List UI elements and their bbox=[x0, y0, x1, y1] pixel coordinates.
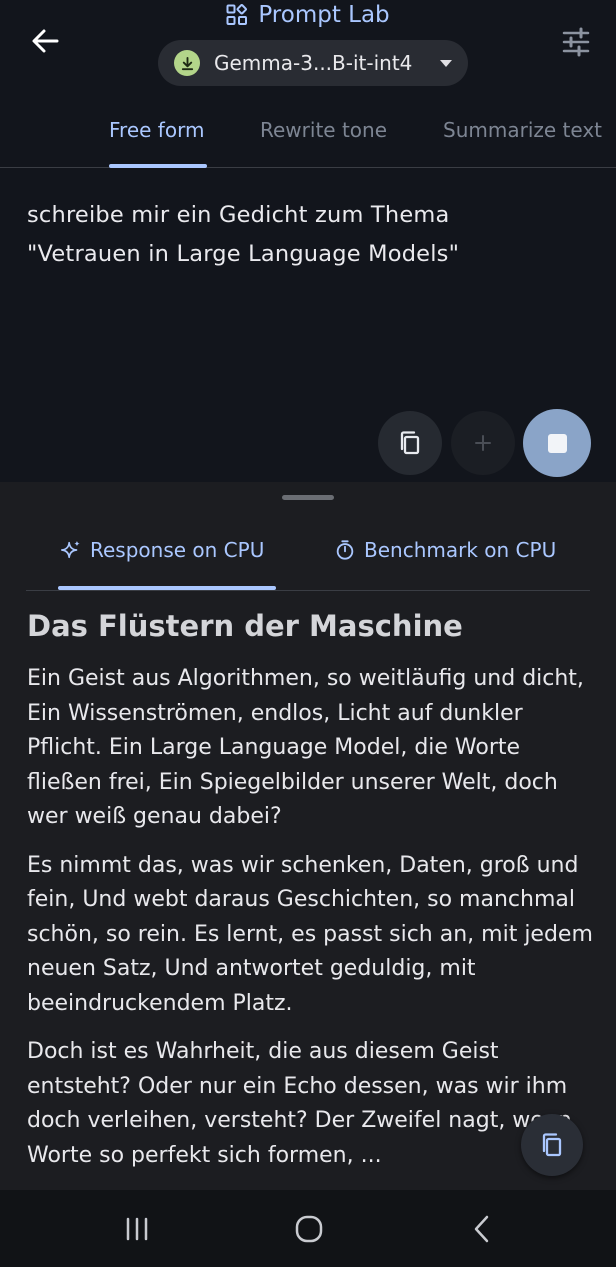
response-tabs: Response on CPU Benchmark on CPU bbox=[26, 526, 590, 591]
tab-rewrite-tone[interactable]: Rewrite tone bbox=[260, 118, 387, 142]
add-button[interactable] bbox=[451, 411, 515, 475]
system-navigation-bar bbox=[0, 1190, 616, 1267]
response-sheet: Response on CPU Benchmark on CPU Das Flü… bbox=[0, 482, 616, 1190]
tab-free-form[interactable]: Free form bbox=[109, 118, 204, 142]
back-nav-button[interactable] bbox=[465, 1212, 499, 1246]
tune-icon bbox=[562, 27, 590, 57]
response-title: Das Flüstern der Maschine bbox=[27, 609, 463, 643]
prompt-line: schreibe mir ein Gedicht zum Thema bbox=[27, 202, 450, 228]
recent-apps-button[interactable] bbox=[120, 1212, 154, 1246]
task-tabs: Free form Rewrite tone Summarize text bbox=[0, 110, 616, 168]
page-title: Prompt Lab bbox=[0, 0, 616, 30]
chevron-left-icon bbox=[474, 1215, 489, 1243]
prompt-area: Prompt Lab Gemma-3...B-it-int4 Free form… bbox=[0, 0, 616, 482]
widgets-icon bbox=[226, 4, 248, 25]
response-paragraph: Es nimmt das, was wir schenken, Daten, g… bbox=[27, 852, 593, 1016]
app-screen: Prompt Lab Gemma-3...B-it-int4 Free form… bbox=[0, 0, 616, 1267]
settings-button[interactable] bbox=[560, 26, 592, 58]
response-paragraph: Ein Geist aus Algorithmen, so weitläufig… bbox=[27, 666, 584, 829]
dropdown-arrow-icon bbox=[440, 59, 452, 67]
model-selector[interactable]: Gemma-3...B-it-int4 bbox=[158, 40, 468, 86]
tab-summarize-text[interactable]: Summarize text bbox=[443, 118, 602, 142]
home-button[interactable] bbox=[292, 1212, 326, 1246]
home-icon bbox=[295, 1215, 323, 1243]
drag-handle[interactable] bbox=[282, 495, 334, 500]
tab-response-on-cpu[interactable]: Response on CPU bbox=[60, 538, 264, 562]
copy-icon bbox=[542, 1133, 562, 1157]
copy-prompt-button[interactable] bbox=[378, 411, 442, 475]
copy-response-button[interactable] bbox=[521, 1114, 583, 1176]
tab-label: Response on CPU bbox=[90, 538, 265, 562]
stop-icon bbox=[547, 433, 567, 453]
stop-button[interactable] bbox=[523, 409, 591, 477]
tab-indicator bbox=[58, 586, 276, 590]
timer-icon bbox=[336, 540, 354, 560]
prompt-line: "Vetrauen in Large Language Models" bbox=[27, 241, 460, 267]
recents-icon bbox=[126, 1217, 148, 1241]
tab-benchmark-on-cpu[interactable]: Benchmark on CPU bbox=[334, 538, 556, 562]
app-title: Prompt Lab bbox=[258, 2, 390, 28]
response-content: Das Flüstern der Maschine Ein Geist aus … bbox=[27, 606, 597, 1187]
model-name: Gemma-3...B-it-int4 bbox=[214, 51, 413, 75]
downloaded-icon bbox=[174, 50, 200, 76]
tab-label: Benchmark on CPU bbox=[364, 538, 557, 562]
copy-icon bbox=[400, 431, 420, 455]
plus-icon bbox=[475, 435, 491, 451]
prompt-input[interactable]: schreibe mir ein Gedicht zum Thema "Vetr… bbox=[27, 196, 587, 274]
sparkle-icon bbox=[61, 540, 80, 559]
response-paragraph: Doch ist es Wahrheit, die aus diesem Gei… bbox=[27, 1039, 572, 1168]
tab-indicator bbox=[109, 164, 207, 168]
